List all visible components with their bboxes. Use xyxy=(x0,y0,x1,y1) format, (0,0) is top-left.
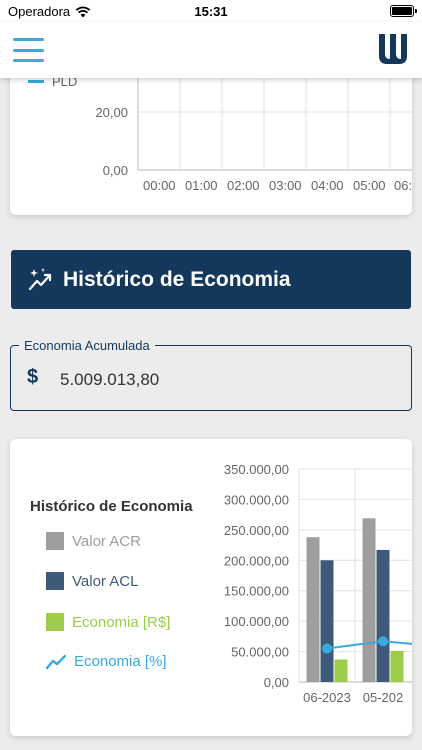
clock: 15:31 xyxy=(194,4,228,19)
y-tick-label: 150.000,00 xyxy=(224,584,289,599)
bar-economia-r-[interactable] xyxy=(390,650,404,682)
menu-icon[interactable] xyxy=(13,38,44,62)
banner-title: Histórico de Economia xyxy=(63,267,291,291)
x-tick-label: 06-2023 xyxy=(303,690,351,705)
x-tick-label: 04:00 xyxy=(311,178,344,193)
y-tick-label: 100.000,00 xyxy=(224,614,289,629)
status-bar: Operadora 15:31 xyxy=(0,0,422,22)
sparkle-chart-icon xyxy=(28,267,52,290)
y-tick-label: 350.000,00 xyxy=(224,462,289,477)
bar-valor-acr[interactable] xyxy=(362,518,376,682)
history-bar-chart: 350.000,00 300.000,00 250.000,00 200.000,00… xyxy=(224,462,412,705)
bar-valor-acr[interactable] xyxy=(306,537,320,682)
accumulated-savings-field: Economia Acumulada $ 5.009.013,80 xyxy=(10,338,412,411)
dollar-icon: $ xyxy=(27,366,39,388)
bar-economia-r-[interactable] xyxy=(334,659,348,682)
x-tick-label: 01:00 xyxy=(185,178,218,193)
battery-icon xyxy=(390,5,417,17)
y-tick-label: 0,00 xyxy=(102,163,128,178)
brand-logo xyxy=(379,34,407,64)
accumulated-savings-value: 5.009.013,80 xyxy=(60,370,160,389)
x-tick-label: 06: xyxy=(394,178,412,193)
y-tick-label: 300.000,00 xyxy=(224,492,289,507)
bar-valor-acl[interactable] xyxy=(376,549,390,682)
history-chart-card: Histórico de Economia Valor ACR Valor AC… xyxy=(10,439,412,736)
app-header xyxy=(0,22,422,78)
y-tick-label: 20,00 xyxy=(95,105,128,120)
y-tick-label: 0,00 xyxy=(264,675,289,690)
accumulated-savings-label: Economia Acumulada xyxy=(19,338,155,353)
point-economia-pct[interactable] xyxy=(378,636,388,647)
bar-valor-acl[interactable] xyxy=(320,560,334,682)
pld-chart-card: PLD 20,00 0,00 00:00 01:00 02:00 03:00 0… xyxy=(10,60,412,215)
y-tick-label: 200.000,00 xyxy=(224,553,289,568)
y-tick-label: 250.000,00 xyxy=(224,523,289,538)
point-economia-pct[interactable] xyxy=(322,643,332,654)
x-tick-label: 05-202 xyxy=(363,690,403,705)
x-tick-label: 00:00 xyxy=(143,178,176,193)
x-tick-label: 05:00 xyxy=(353,178,386,193)
history-banner: Histórico de Economia xyxy=(11,250,411,309)
x-tick-label: 02:00 xyxy=(227,178,260,193)
y-tick-label: 50.000,00 xyxy=(231,645,289,660)
x-tick-label: 03:00 xyxy=(269,178,302,193)
